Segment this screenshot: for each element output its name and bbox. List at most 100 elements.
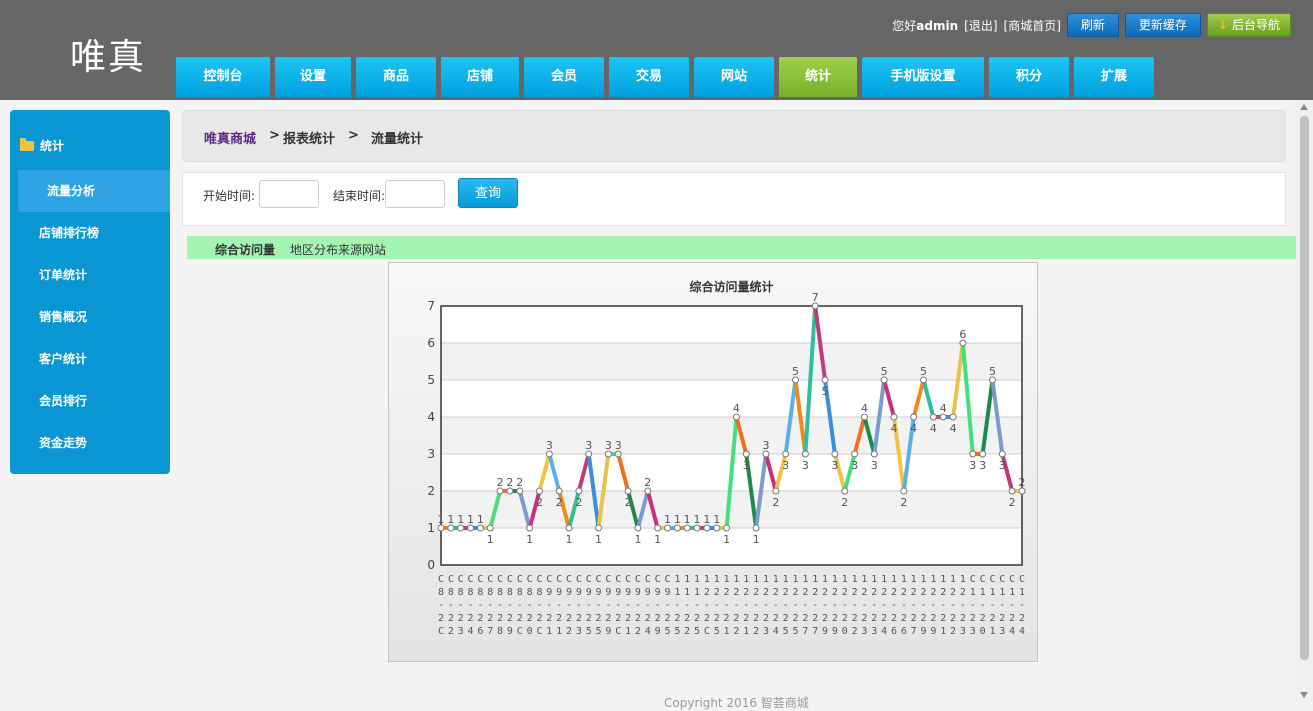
data-label: 1 [595, 533, 602, 546]
x-tick-label: C [970, 574, 976, 585]
x-tick-label: 1 [989, 626, 995, 637]
scrollbar[interactable] [1296, 100, 1313, 702]
data-point [969, 450, 977, 458]
start-time-input[interactable] [259, 180, 319, 208]
x-tick-label: 1 [674, 587, 680, 598]
sidebar-item-member-ranking[interactable]: 会员排行 [18, 380, 170, 422]
nav-dashboard[interactable]: 控制台 [176, 57, 270, 97]
x-tick-label: 2 [960, 587, 966, 598]
data-label: 1 [487, 533, 494, 546]
tab-region-source[interactable]: 地区分布来源网站 [290, 241, 386, 258]
sidebar-item-funds-trend[interactable]: 资金走势 [18, 422, 170, 464]
x-tick-label: - [487, 600, 493, 611]
breadcrumb-level1[interactable]: 报表统计 [283, 128, 335, 147]
x-tick-label: C [645, 574, 651, 585]
data-label: 2 [575, 496, 582, 509]
scroll-thumb[interactable] [1300, 116, 1309, 660]
y-tick-label: 0 [427, 558, 435, 572]
store-home-link[interactable]: [商城首页] [1004, 17, 1061, 34]
query-button[interactable]: 查询 [458, 178, 518, 208]
sidebar-item-shop-ranking[interactable]: 店铺排行榜 [18, 212, 170, 254]
y-tick-label: 6 [427, 336, 435, 350]
tab-overall-visits[interactable]: 综合访问量 [215, 241, 275, 258]
x-tick-label: 1 [950, 574, 956, 585]
data-label: 1 [674, 513, 681, 526]
x-tick-label: 2 [733, 613, 739, 624]
data-label: 3 [851, 459, 858, 472]
scroll-up-icon[interactable] [1300, 104, 1308, 110]
data-label: 1 [566, 533, 573, 546]
x-tick-label: - [507, 600, 513, 611]
x-tick-label: 6 [891, 626, 897, 637]
data-label: 2 [556, 496, 563, 509]
sidebar-header: 统计 [20, 137, 64, 154]
sidebar-item-traffic-analysis[interactable]: 流量分析 [18, 170, 170, 212]
x-tick-label: 1 [694, 574, 700, 585]
nav-mobile-settings[interactable]: 手机版设置 [862, 57, 984, 97]
x-tick-label: 2 [724, 613, 730, 624]
admin-nav-button[interactable]: ↓ 后台导航 [1206, 13, 1291, 37]
x-tick-label: - [684, 600, 690, 611]
data-point [890, 413, 898, 421]
nav-points[interactable]: 积分 [989, 57, 1069, 97]
x-tick-label: 2 [773, 613, 779, 624]
x-tick-label: 1 [812, 574, 818, 585]
x-tick-label: 2 [586, 613, 592, 624]
x-tick-label: 2 [468, 613, 474, 624]
x-tick-label: - [527, 600, 533, 611]
x-tick-label: 9 [625, 587, 631, 598]
sidebar-item-customer-stats[interactable]: 客户统计 [18, 338, 170, 380]
x-tick-label: C [438, 626, 444, 637]
x-tick-label: 5 [783, 626, 789, 637]
x-tick-label: 2 [684, 626, 690, 637]
end-time-input[interactable] [385, 180, 445, 208]
x-tick-label: 2 [674, 613, 680, 624]
data-point [851, 450, 859, 458]
data-label: 3 [605, 439, 612, 452]
x-tick-label: 2 [556, 613, 562, 624]
x-tick-label: 2 [881, 613, 887, 624]
nav-settings[interactable]: 设置 [275, 57, 351, 97]
x-tick-label: - [921, 600, 927, 611]
x-tick-label: C [655, 574, 661, 585]
nav-extensions[interactable]: 扩展 [1074, 57, 1154, 97]
data-label: 2 [536, 496, 543, 509]
x-tick-label: 2 [871, 587, 877, 598]
x-tick-label: 2 [950, 613, 956, 624]
data-label: 1 [664, 513, 671, 526]
data-label: 5 [920, 365, 927, 378]
sidebar-item-order-stats[interactable]: 订单统计 [18, 254, 170, 296]
x-tick-label: - [566, 600, 572, 611]
nav-shops[interactable]: 店铺 [441, 57, 519, 97]
nav-goods[interactable]: 商品 [356, 57, 436, 97]
x-tick-label: 2 [792, 613, 798, 624]
nav-trade[interactable]: 交易 [609, 57, 689, 97]
breadcrumb-home[interactable]: 唯真商城 [204, 128, 256, 147]
logout-link[interactable]: [退出] [964, 17, 997, 34]
scroll-down-icon[interactable] [1300, 692, 1308, 698]
x-tick-label: - [1009, 600, 1015, 611]
x-tick-label: 2 [733, 587, 739, 598]
nav-members[interactable]: 会员 [524, 57, 604, 97]
x-tick-label: 2 [448, 626, 454, 637]
refresh-button[interactable]: 刷新 [1066, 13, 1119, 37]
x-tick-label: - [891, 600, 897, 611]
sidebar-item-sales-overview[interactable]: 销售概况 [18, 296, 170, 338]
x-tick-label: - [802, 600, 808, 611]
nav-statistics[interactable]: 统计 [779, 57, 857, 97]
x-tick-label: 1 [911, 574, 917, 585]
x-tick-label: 2 [940, 613, 946, 624]
y-tick-label: 4 [427, 410, 435, 424]
x-tick-label: 4 [773, 626, 779, 637]
x-tick-label: 2 [635, 626, 641, 637]
x-tick-label: C [989, 574, 995, 585]
update-cache-button[interactable]: 更新缓存 [1124, 13, 1201, 37]
x-tick-label: 1 [773, 574, 779, 585]
nav-website[interactable]: 网站 [694, 57, 774, 97]
x-tick-label: 9 [645, 587, 651, 598]
x-tick-label: 6 [477, 626, 483, 637]
x-tick-label: 1 [1009, 587, 1015, 598]
x-tick-label: 2 [733, 626, 739, 637]
x-tick-label: 2 [605, 613, 611, 624]
data-point [949, 413, 957, 421]
